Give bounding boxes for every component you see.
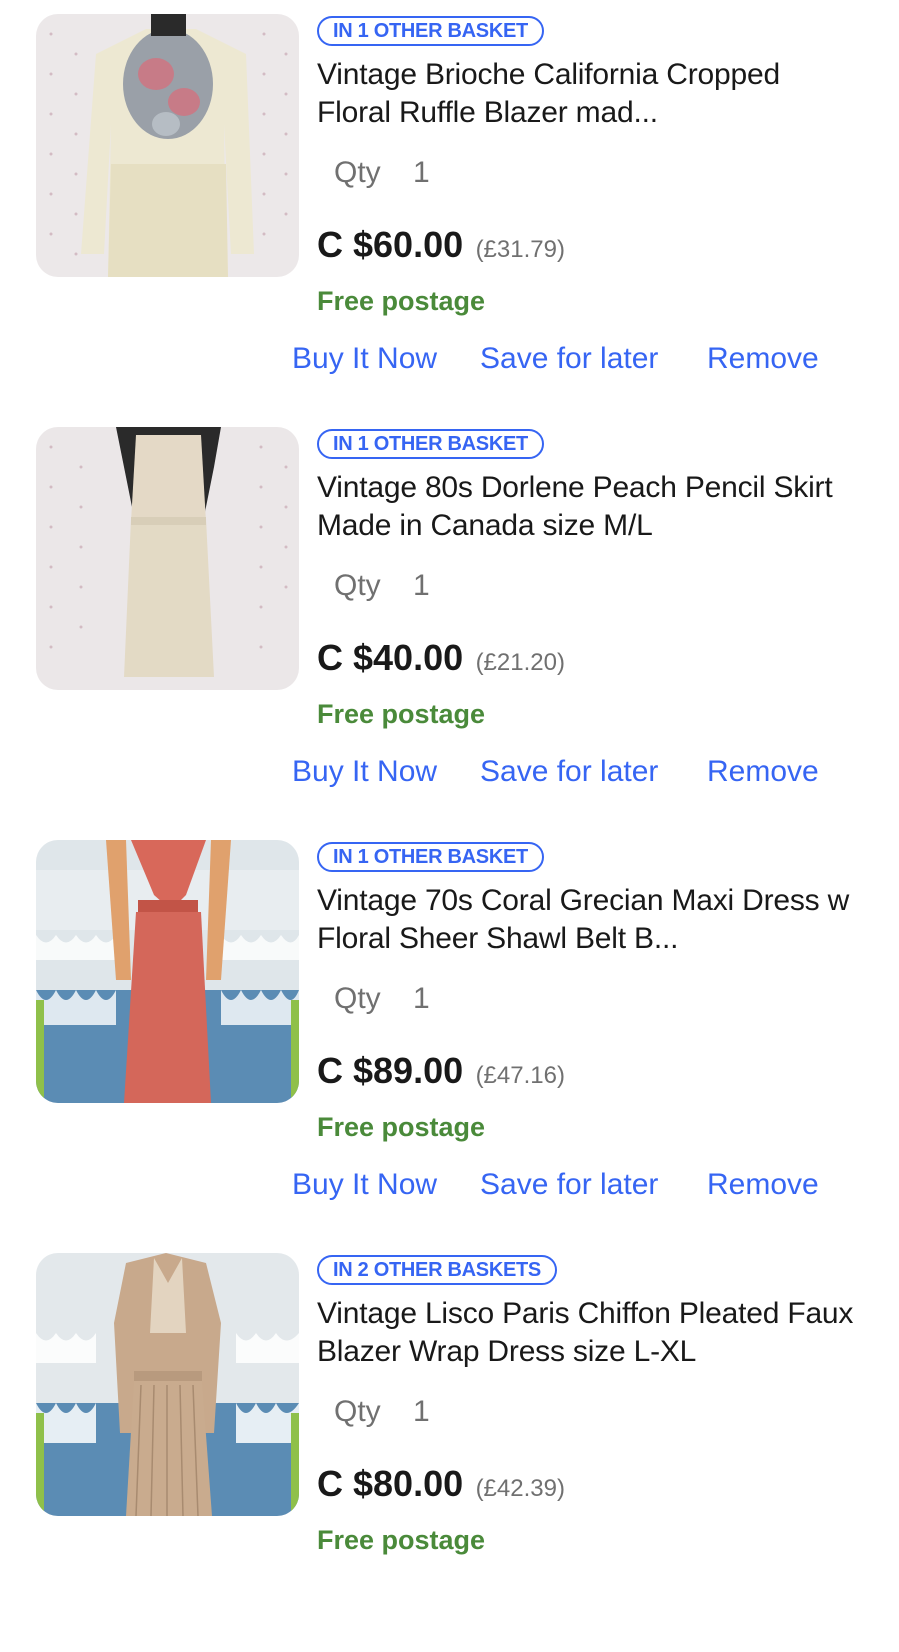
buy-it-now-link[interactable]: Buy It Now <box>292 342 437 376</box>
shipping-info: Free postage <box>317 699 486 729</box>
product-image[interactable] <box>36 14 299 277</box>
quantity-selector[interactable]: Qty 1 <box>334 1395 430 1429</box>
qty-label: Qty <box>334 156 381 189</box>
shipping-info: Free postage <box>317 1525 486 1555</box>
item-title[interactable]: Vintage 70s Coral Grecian Maxi Dress w F… <box>317 882 857 958</box>
buy-it-now-link[interactable]: Buy It Now <box>292 755 437 789</box>
converted-price: (£42.39) <box>475 1475 565 1502</box>
quantity-selector[interactable]: Qty 1 <box>334 982 430 1016</box>
buy-it-now-link[interactable]: Buy It Now <box>292 1168 437 1202</box>
product-image[interactable] <box>36 1253 299 1516</box>
product-image[interactable] <box>36 840 299 1103</box>
in-other-basket-badge: IN 1 OTHER BASKET <box>317 842 544 872</box>
in-other-basket-badge: IN 1 OTHER BASKET <box>317 16 544 46</box>
shipping-info: Free postage <box>317 1112 486 1142</box>
qty-value: 1 <box>413 1395 430 1428</box>
remove-link[interactable]: Remove <box>707 1168 819 1202</box>
save-for-later-link[interactable]: Save for later <box>480 1168 658 1202</box>
cart-item: IN 2 OTHER BASKETS Vintage Lisco Paris C… <box>0 1239 899 1652</box>
quantity-selector[interactable]: Qty 1 <box>334 569 430 603</box>
price-row: C $60.00 (£31.79) <box>317 224 565 266</box>
shipping-info: Free postage <box>317 286 486 316</box>
price-row: C $40.00 (£21.20) <box>317 637 565 679</box>
qty-label: Qty <box>334 1395 381 1428</box>
item-title[interactable]: Vintage Lisco Paris Chiffon Pleated Faux… <box>317 1295 857 1371</box>
cart-item: IN 1 OTHER BASKET Vintage 70s Coral Grec… <box>0 826 899 1239</box>
qty-label: Qty <box>334 982 381 1015</box>
in-other-basket-badge: IN 2 OTHER BASKETS <box>317 1255 557 1285</box>
qty-value: 1 <box>413 156 430 189</box>
item-title[interactable]: Vintage Brioche California Cropped Flora… <box>317 56 857 132</box>
item-price: C $89.00 <box>317 1050 464 1091</box>
product-image[interactable] <box>36 427 299 690</box>
price-row: C $80.00 (£42.39) <box>317 1463 565 1505</box>
remove-link[interactable]: Remove <box>707 755 819 789</box>
converted-price: (£31.79) <box>475 236 565 263</box>
cart-item: IN 1 OTHER BASKET Vintage Brioche Califo… <box>0 0 899 413</box>
converted-price: (£21.20) <box>475 649 565 676</box>
item-price: C $80.00 <box>317 1463 464 1504</box>
item-price: C $40.00 <box>317 637 464 678</box>
in-other-basket-badge: IN 1 OTHER BASKET <box>317 429 544 459</box>
remove-link[interactable]: Remove <box>707 342 819 376</box>
converted-price: (£47.16) <box>475 1062 565 1089</box>
qty-label: Qty <box>334 569 381 602</box>
price-row: C $89.00 (£47.16) <box>317 1050 565 1092</box>
cart-item: IN 1 OTHER BASKET Vintage 80s Dorlene Pe… <box>0 413 899 826</box>
item-title[interactable]: Vintage 80s Dorlene Peach Pencil Skirt M… <box>317 469 857 545</box>
qty-value: 1 <box>413 982 430 1015</box>
save-for-later-link[interactable]: Save for later <box>480 755 658 789</box>
item-price: C $60.00 <box>317 224 464 265</box>
qty-value: 1 <box>413 569 430 602</box>
quantity-selector[interactable]: Qty 1 <box>334 156 430 190</box>
save-for-later-link[interactable]: Save for later <box>480 342 658 376</box>
